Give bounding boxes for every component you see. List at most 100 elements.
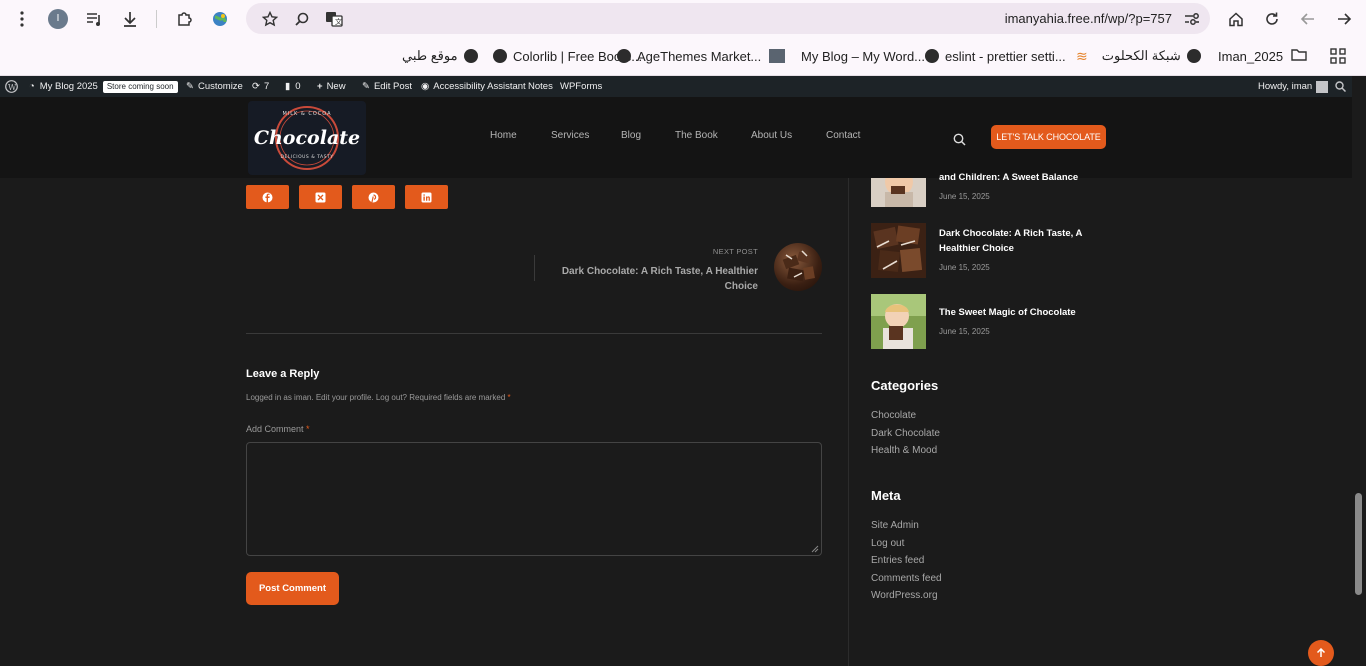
plus-icon: + <box>317 81 323 92</box>
reply-title: Leave a Reply <box>246 368 320 380</box>
download-icon[interactable] <box>118 7 142 31</box>
admin-wpforms[interactable]: WPForms <box>560 76 602 97</box>
comment-label-text: Add Comment <box>246 424 304 434</box>
dark-chocolate-image <box>873 225 923 272</box>
resize-handle-icon[interactable] <box>811 545 819 553</box>
more-menu-icon[interactable] <box>10 7 34 31</box>
logged-in-text[interactable]: Logged in as iman. Edit your profile. Lo… <box>246 393 505 402</box>
back-icon[interactable] <box>1296 7 1320 31</box>
apps-grid-icon[interactable] <box>1330 38 1346 74</box>
admin-search-icon[interactable] <box>1335 76 1346 97</box>
site-settings-icon[interactable] <box>1180 7 1204 31</box>
url-text[interactable]: imanyahia.free.nf/wp/?p=757 <box>1005 3 1172 34</box>
globe-icon <box>463 49 478 63</box>
wpforms-label: WPForms <box>560 81 603 92</box>
bookmark-my-blog[interactable]: My Blog – My Word... <box>769 38 925 74</box>
admin-accessibility[interactable]: ◉ Accessibility Assistant <box>421 76 526 97</box>
forward-icon[interactable] <box>1332 7 1356 31</box>
home-icon[interactable] <box>1224 7 1248 31</box>
svg-text:W: W <box>8 83 17 92</box>
pencil-icon: ✎ <box>362 81 370 92</box>
share-x-button[interactable] <box>299 185 342 209</box>
recent-post-thumbnail[interactable] <box>871 178 926 207</box>
translate-icon[interactable]: 文 <box>322 7 346 31</box>
category-link[interactable]: Chocolate <box>871 410 916 421</box>
scrollbar-thumb[interactable] <box>1355 493 1362 595</box>
next-post-title-link[interactable]: Dark Chocolate: A Rich Taste, A Healthie… <box>560 264 758 294</box>
category-link[interactable]: Health & Mood <box>871 445 937 456</box>
nav-blog[interactable]: Blog <box>621 130 641 141</box>
nav-about-us[interactable]: About Us <box>751 130 792 141</box>
updates-icon: ⟳ <box>252 81 260 92</box>
globe-icon <box>1186 49 1201 63</box>
linkedin-icon <box>421 192 432 202</box>
meta-link[interactable]: Comments feed <box>871 573 942 584</box>
avatar <box>1316 80 1329 93</box>
next-post-thumbnail[interactable] <box>774 243 822 291</box>
bookmark-label: شبكة الكحلوت <box>1101 48 1181 63</box>
share-facebook-button[interactable] <box>246 185 289 209</box>
logo-top-text: MILK & COCOA <box>282 111 332 117</box>
share-pinterest-button[interactable] <box>352 185 395 209</box>
admin-updates[interactable]: ⟳ 7 <box>252 76 269 97</box>
recent-post-date: June 15, 2025 <box>939 263 990 272</box>
nav-home[interactable]: Home <box>490 130 517 141</box>
recent-post-thumbnail[interactable] <box>871 294 926 349</box>
new-label: New <box>326 81 346 92</box>
bookmark-agethemes[interactable]: AgeThemes Market... <box>611 38 761 74</box>
site-header: MILK & COCOA Chocolate DELICIOUS & TASTY… <box>0 97 1366 178</box>
admin-customize[interactable]: ✎ Customize <box>186 76 243 97</box>
bookmark-label: Iman_2025 <box>1218 48 1284 64</box>
header-search-icon[interactable] <box>953 131 966 150</box>
bookmark-star-icon[interactable] <box>258 7 282 31</box>
profile-avatar[interactable]: I <box>46 7 70 31</box>
recent-post-date: June 15, 2025 <box>939 192 990 201</box>
category-link[interactable]: Dark Chocolate <box>871 428 940 439</box>
admin-account[interactable]: Howdy, iman <box>1258 76 1329 97</box>
logo-text: Chocolate <box>253 127 361 149</box>
next-post-label: NEXT POST <box>712 247 758 256</box>
site-logo[interactable]: MILK & COCOA Chocolate DELICIOUS & TASTY <box>248 101 366 175</box>
reload-icon[interactable] <box>1260 7 1284 31</box>
admin-new[interactable]: + New <box>317 76 346 97</box>
required-mark: * <box>306 424 310 434</box>
meta-link[interactable]: Log out <box>871 538 904 549</box>
nav-services[interactable]: Services <box>551 130 589 141</box>
nav-contact[interactable]: Contact <box>826 130 860 141</box>
bookmark-kahlout[interactable]: ≋ شبكة الكحلوت <box>1076 38 1207 74</box>
post-comment-button[interactable]: Post Comment <box>246 572 339 605</box>
comment-textarea[interactable] <box>246 442 822 556</box>
bookmark-folder-iman[interactable]: Iman_2025 <box>1218 38 1307 74</box>
bookmark-eslint[interactable]: eslint - prettier setti... <box>919 38 1066 74</box>
bookmark-medical-site[interactable]: موقع طبي <box>402 38 484 74</box>
categories-heading: Categories <box>871 378 939 393</box>
share-linkedin-button[interactable] <box>405 185 448 209</box>
bookmark-label: موقع طبي <box>402 48 458 63</box>
admin-comments[interactable]: ▮ 0 <box>285 76 301 97</box>
extensions-icon[interactable] <box>172 7 196 31</box>
admin-site-name[interactable]: ◔ My Blog 2025 Store coming soon <box>29 76 178 97</box>
post-nav-separator <box>534 255 535 281</box>
back-to-top-button[interactable] <box>1308 640 1334 666</box>
cta-button[interactable]: LET'S TALK CHOCOLATE <box>991 125 1106 149</box>
edit-post-label: Edit Post <box>373 81 412 92</box>
admin-edit-post[interactable]: ✎ Edit Post <box>362 76 412 97</box>
admin-notes[interactable]: Notes <box>528 76 553 97</box>
extension-globe-icon[interactable] <box>208 7 232 31</box>
recent-post-title-link[interactable]: and Children: A Sweet Balance <box>939 170 1099 185</box>
child-eating-chocolate-image <box>885 178 913 207</box>
address-bar[interactable]: 文 imanyahia.free.nf/wp/?p=757 <box>246 3 1210 34</box>
arrow-up-icon <box>1316 648 1326 657</box>
media-control-icon[interactable] <box>82 7 106 31</box>
meta-link[interactable]: Entries feed <box>871 555 924 566</box>
meta-link[interactable]: WordPress.org <box>871 590 938 601</box>
recent-post-thumbnail[interactable] <box>871 223 926 278</box>
meta-heading: Meta <box>871 488 901 503</box>
nav-the-book[interactable]: The Book <box>675 130 718 141</box>
recent-post-title-link[interactable]: Dark Chocolate: A Rich Taste, A Healthie… <box>939 226 1099 256</box>
wordpress-logo-icon[interactable]: W <box>5 76 18 97</box>
zoom-icon[interactable] <box>290 7 314 31</box>
logged-in-note: Logged in as iman. Edit your profile. Lo… <box>246 393 511 402</box>
recent-post-title-link[interactable]: The Sweet Magic of Chocolate <box>939 305 1099 320</box>
meta-link[interactable]: Site Admin <box>871 520 919 531</box>
